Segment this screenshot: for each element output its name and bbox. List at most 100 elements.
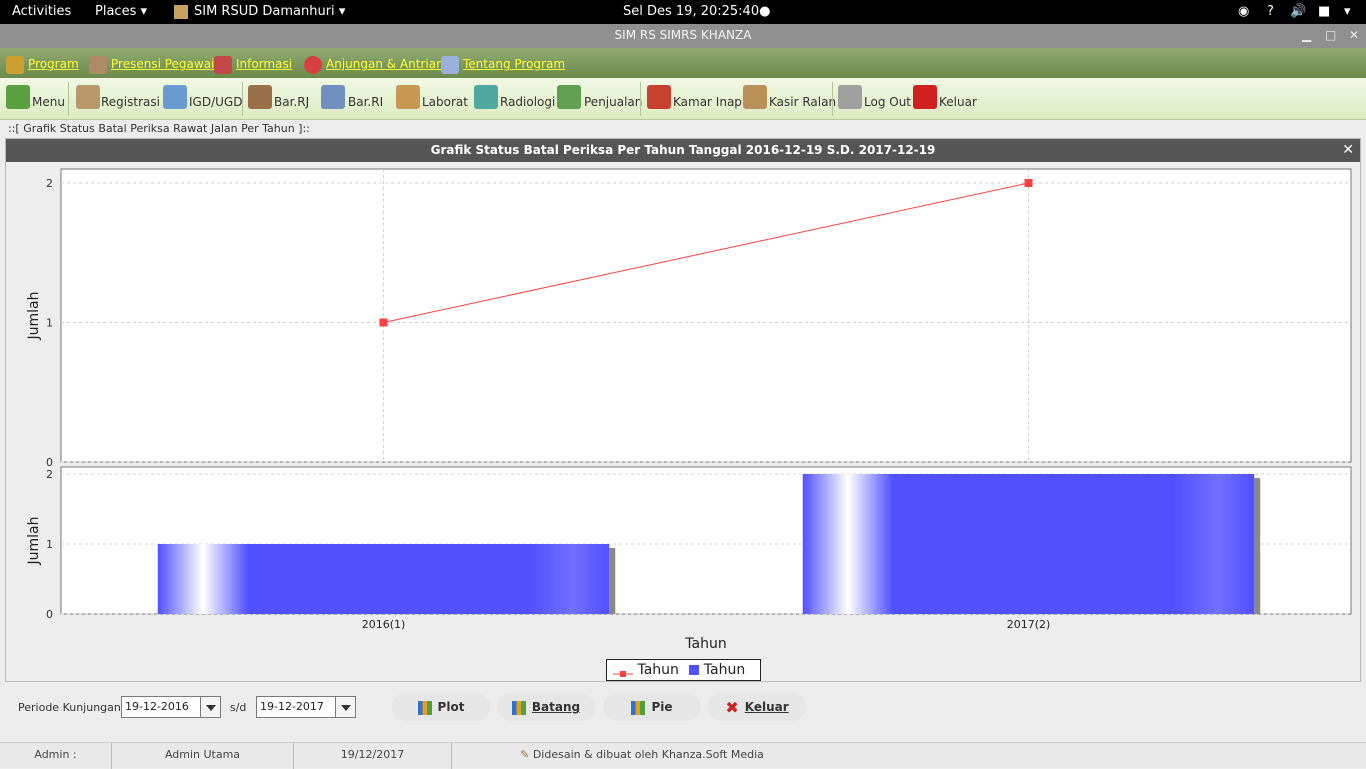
keluar-button-label: Keluar [744, 700, 789, 714]
menu-anjungan-antrian[interactable]: Anjungan & Antrian [304, 53, 444, 75]
menu-informasi[interactable]: Informasi [214, 53, 292, 75]
cashier-icon [743, 85, 767, 109]
toolbar-label: Bar.RI [348, 95, 384, 109]
date-from-combo[interactable]: 19-12-2016 [121, 696, 221, 718]
minimize-icon[interactable]: ▁ [1302, 24, 1311, 46]
accessibility-icon[interactable]: ◉ [1238, 0, 1249, 24]
toolbar-label: Penjualan [584, 95, 643, 109]
places-menu[interactable]: Places ▾ [95, 0, 147, 24]
toolbar-label: Log Out [864, 95, 912, 109]
batang-button[interactable]: Batang [497, 693, 595, 721]
batang-button-label: Batang [531, 700, 581, 714]
chevron-down-icon: ▾ [338, 4, 346, 19]
x-tick-label: 2017(2) [1007, 618, 1051, 631]
toolbar-label: Registrasi [101, 95, 160, 109]
status-credit-text: Didesain & dibuat oleh Khanza.Soft Media [532, 748, 764, 761]
maximize-icon[interactable]: □ [1325, 24, 1336, 46]
notification-dot-icon: ● [759, 4, 771, 19]
bar-xlabel: Tahun [684, 636, 726, 652]
menu-program[interactable]: Program [6, 53, 79, 75]
toolbar-registrasi-button[interactable]: Registrasi [76, 82, 160, 116]
toolbar-log-out-button[interactable]: Log Out [838, 82, 911, 116]
outpatient-icon [248, 85, 272, 109]
toolbar-label: IGD/UGD [189, 95, 243, 109]
chart-window: Grafik Status Batal Periksa Per Tahun Ta… [5, 138, 1361, 682]
menu-tentang-program[interactable]: Tentang Program [441, 53, 565, 75]
app-menu[interactable]: SIM RSUD Damanhuri ▾ [174, 0, 345, 24]
inpatient-icon [321, 85, 345, 109]
toolbar-label: Menu [32, 95, 65, 109]
bar-mark [802, 474, 1255, 614]
line-ytick-label: 2 [46, 177, 53, 190]
exit-icon [913, 85, 937, 109]
toolbar-keluar-button[interactable]: Keluar [913, 82, 977, 116]
toolbar-kamar-inap-button[interactable]: Kamar Inap [647, 82, 742, 116]
bar-ytick-label: 2 [46, 468, 53, 481]
bar-mark [157, 544, 610, 614]
line-point [379, 318, 388, 327]
chart-legend: Tahun Tahun [606, 659, 761, 681]
volume-icon[interactable]: 🔊 [1290, 0, 1306, 24]
tab-title: ::[ Grafik Status Batal Periksa Rawat Ja… [8, 122, 310, 135]
toolbar-label: Laborat [422, 95, 468, 109]
help-icon[interactable]: ? [1267, 0, 1274, 24]
line-point [1024, 179, 1033, 187]
line-plot-area [60, 168, 1352, 463]
bar-ylabel: Jumlah [26, 517, 42, 566]
toolbar-radiologi-button[interactable]: Radiologi [474, 82, 555, 116]
period-label: Periode Kunjungan : [18, 701, 129, 714]
menu-label: Informasi [236, 57, 293, 71]
chart-window-title: Grafik Status Batal Periksa Per Tahun Ta… [6, 139, 1360, 162]
status-user-label: Admin : [0, 743, 112, 769]
date-to-combo[interactable]: 19-12-2017 [256, 696, 356, 718]
close-icon[interactable]: ✕ [1342, 139, 1354, 162]
status-credit: ✎ Didesain & dibuat oleh Khanza.Soft Med… [452, 743, 832, 769]
toolbar-menu-button[interactable]: Menu [6, 82, 65, 116]
toolbar-separator [242, 82, 243, 116]
chevron-down-icon[interactable] [335, 697, 355, 717]
toolbar-separator [68, 82, 69, 116]
line-ylabel: Jumlah [26, 292, 42, 341]
toolbar-kasir-ralan-button[interactable]: Kasir Ralan [743, 82, 836, 116]
activities-button[interactable]: Activities [12, 0, 71, 24]
toolbar: Menu Registrasi IGD/UGD Bar.RJ Bar.RI La… [0, 78, 1366, 120]
menu-bar: Program Presensi Pegawai Informasi Anjun… [0, 48, 1366, 78]
keys-icon [838, 85, 862, 109]
app-menu-label: SIM RSUD Damanhuri [194, 4, 335, 19]
chart-icon [511, 700, 526, 715]
power-status-icon[interactable]: ■ [1318, 0, 1330, 24]
toolbar-laborat-button[interactable]: Laborat [396, 82, 468, 116]
window-title-bar: SIM RS SIMRS KHANZA ▁ □ ✕ [0, 24, 1366, 48]
pie-button[interactable]: Pie [603, 693, 701, 721]
bar-shadow [609, 548, 616, 614]
keluar-button[interactable]: ✖ Keluar [708, 693, 806, 721]
toolbar-penjualan-button[interactable]: Penjualan [557, 82, 642, 116]
toolbar-label: Keluar [939, 95, 977, 109]
status-date: 19/12/2017 [294, 743, 452, 769]
clock-label: Sel Des 19, 20:25:40 [623, 4, 760, 19]
toolbar-bar-rj-button[interactable]: Bar.RJ [248, 82, 309, 116]
lifebuoy-icon [304, 55, 322, 74]
system-top-bar: Activities Places ▾ SIM RSUD Damanhuri ▾… [0, 0, 1366, 24]
chevron-down-icon[interactable] [200, 697, 220, 717]
key-icon [6, 55, 24, 74]
legend-item-bar: Tahun [703, 662, 746, 678]
menu-label: Anjungan & Antrian [326, 57, 444, 71]
toolbar-igd-button[interactable]: IGD/UGD [163, 82, 242, 116]
bar-ytick-label: 0 [46, 608, 53, 621]
period-separator: s/d [230, 701, 247, 714]
toolbar-label: Radiologi [500, 95, 556, 109]
menu-label: Presensi Pegawai [111, 57, 215, 71]
chevron-down-icon[interactable]: ▾ [1344, 0, 1351, 24]
close-icon: ✖ [725, 697, 739, 717]
toolbar-label: Kasir Ralan [769, 95, 837, 109]
chevron-down-icon: ▾ [140, 4, 148, 19]
close-icon[interactable]: ✕ [1349, 24, 1359, 46]
plot-button[interactable]: Plot [392, 693, 490, 721]
chart-icon [417, 700, 432, 715]
laboratory-icon [396, 85, 420, 109]
menu-presensi-pegawai[interactable]: Presensi Pegawai [89, 53, 214, 75]
toolbar-bar-ri-button[interactable]: Bar.RI [321, 82, 383, 116]
doctor-icon [163, 85, 187, 109]
clock[interactable]: Sel Des 19, 20:25:40● [623, 0, 770, 24]
